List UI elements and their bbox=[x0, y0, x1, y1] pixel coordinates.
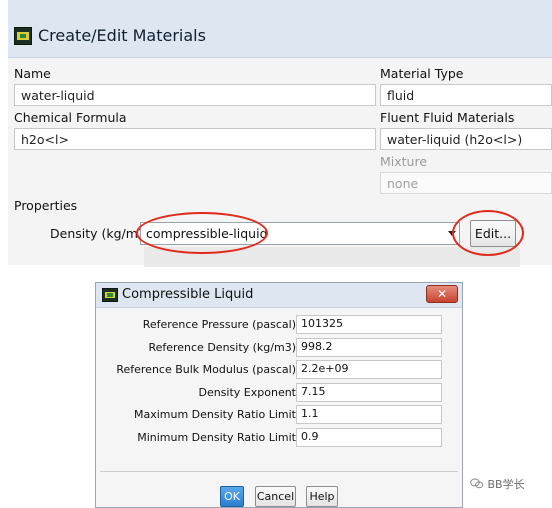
max-density-ratio-label: Maximum Density Ratio Limit bbox=[133, 408, 296, 421]
density-highlight-ring bbox=[136, 212, 268, 254]
reference-density-label: Reference Density (kg/m3) bbox=[148, 341, 296, 354]
reference-density-field[interactable]: 998.2 bbox=[296, 338, 442, 357]
chemical-formula-field[interactable]: h2o<l> bbox=[14, 128, 376, 150]
reference-bulk-modulus-label: Reference Bulk Modulus (pascal) bbox=[116, 363, 296, 376]
fluent-app-icon bbox=[14, 27, 32, 45]
density-exponent-field[interactable]: 7.15 bbox=[296, 383, 442, 402]
min-density-ratio-label: Minimum Density Ratio Limit bbox=[137, 431, 296, 444]
wechat-icon bbox=[470, 478, 488, 491]
cancel-button[interactable]: Cancel bbox=[255, 486, 296, 507]
dialog-title: Compressible Liquid bbox=[122, 287, 254, 302]
max-density-ratio-field[interactable]: 1.1 bbox=[296, 405, 442, 424]
edit-highlight-ring bbox=[452, 210, 524, 256]
window-titlebar: Create/Edit Materials bbox=[8, 0, 552, 58]
name-field[interactable]: water-liquid bbox=[14, 84, 376, 106]
mixture-select: none bbox=[380, 172, 552, 194]
material-type-select[interactable]: fluid bbox=[380, 84, 552, 106]
mixture-label: Mixture bbox=[380, 154, 428, 169]
watermark: BB学长 bbox=[470, 476, 525, 492]
min-density-ratio-field[interactable]: 0.9 bbox=[296, 428, 442, 447]
properties-label: Properties bbox=[14, 198, 78, 213]
window-title: Create/Edit Materials bbox=[38, 26, 206, 45]
density-exponent-label: Density Exponent bbox=[198, 386, 296, 399]
watermark-text: BB学长 bbox=[487, 478, 525, 491]
reference-bulk-modulus-field[interactable]: 2.2e+09 bbox=[296, 360, 442, 379]
name-label: Name bbox=[14, 66, 51, 81]
fluent-fluid-materials-label: Fluent Fluid Materials bbox=[380, 110, 515, 125]
help-button[interactable]: Help bbox=[306, 486, 338, 507]
compressible-liquid-dialog: Compressible Liquid ✕ Reference Pressure… bbox=[95, 282, 463, 508]
fluent-fluid-materials-select[interactable]: water-liquid (h2o<l>) bbox=[380, 128, 552, 150]
close-icon[interactable]: ✕ bbox=[426, 285, 458, 303]
ok-button[interactable]: OK bbox=[220, 486, 244, 507]
reference-pressure-label: Reference Pressure (pascal) bbox=[142, 318, 296, 331]
chemical-formula-label: Chemical Formula bbox=[14, 110, 127, 125]
reference-pressure-field[interactable]: 101325 bbox=[296, 315, 442, 334]
material-type-label: Material Type bbox=[380, 66, 464, 81]
fluent-app-icon bbox=[102, 288, 118, 302]
dialog-separator bbox=[100, 471, 458, 472]
dialog-titlebar: Compressible Liquid ✕ bbox=[96, 283, 462, 308]
